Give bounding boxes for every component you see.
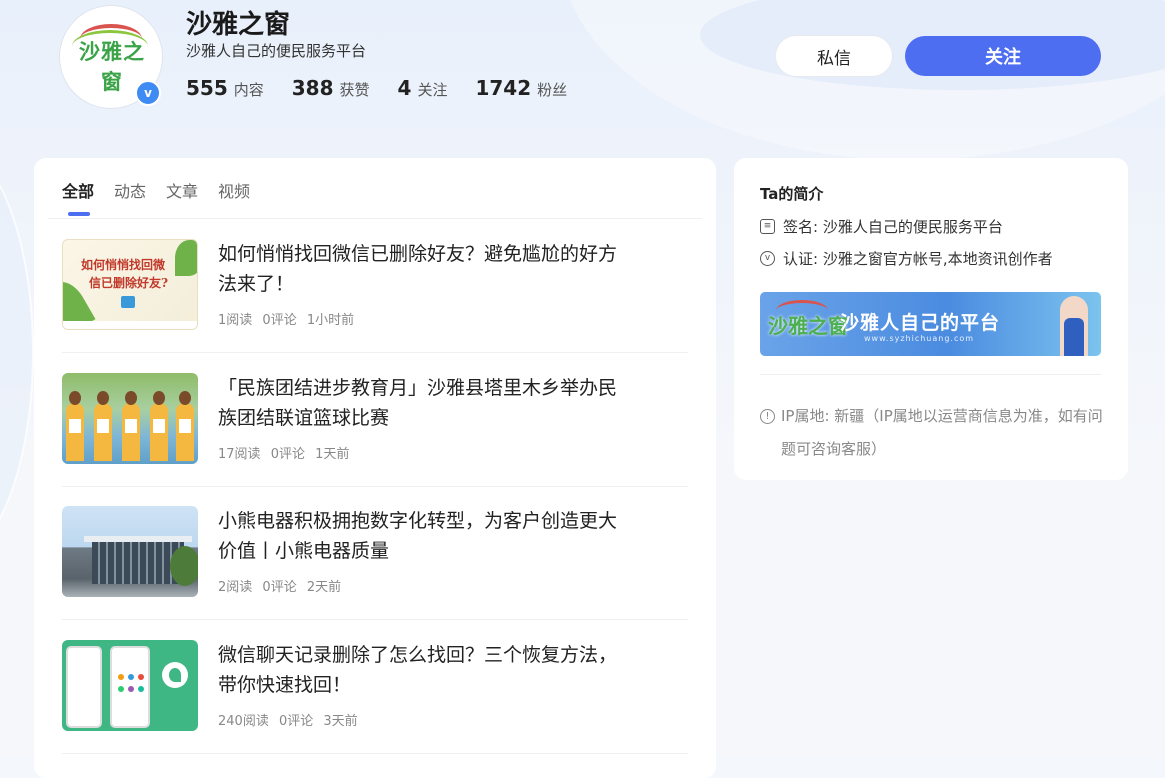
banner-figure — [1060, 296, 1088, 356]
thumbnail-text: 信已删除好友? — [89, 276, 169, 290]
stat-content[interactable]: 555 内容 — [186, 76, 264, 100]
article-title[interactable]: 小熊电器积极拥抱数字化转型，为客户创造更大价值丨小熊电器质量 — [218, 506, 628, 566]
banner-url: www.syzhichuang.com — [864, 334, 975, 343]
verified-badge-icon: v — [760, 251, 775, 266]
promo-banner[interactable]: 沙雅之窗 沙雅人自己的平台 www.syzhichuang.com — [760, 292, 1101, 356]
stat-label: 粉丝 — [537, 81, 568, 99]
article-reads: 2阅读 — [218, 580, 253, 595]
article-time: 2天前 — [306, 580, 342, 595]
verified-icon: v — [135, 80, 161, 106]
content-feed-card: 全部 动态 文章 视频 如何悄悄找回微 信已删除好友? 如何悄悄找回微信已删除好… — [34, 158, 716, 778]
article-divider — [62, 753, 688, 754]
article-title[interactable]: 如何悄悄找回微信已删除好友？避免尴尬的好方法来了！ — [218, 239, 628, 299]
article-time: 1天前 — [315, 447, 350, 462]
article-comments: 0评论 — [262, 313, 297, 328]
article-title[interactable]: 微信聊天记录删除了怎么找回？三个恢复方法，带你快速找回！ — [218, 640, 628, 700]
stat-value: 555 — [186, 76, 228, 100]
tab-all[interactable]: 全部 — [62, 178, 94, 216]
stat-value: 388 — [291, 76, 334, 100]
certification-text: 认证: 沙雅之窗官方帐号,本地资讯创作者 — [783, 250, 1053, 268]
article-time: 3天前 — [323, 714, 358, 729]
stat-following[interactable]: 4 关注 — [398, 76, 448, 100]
tab-updates[interactable]: 动态 — [114, 178, 146, 216]
article-meta: 1阅读 0评论 1小时前 — [218, 309, 360, 328]
article-title[interactable]: 「民族团结进步教育月」沙雅县塔里木乡举办民族团结联谊篮球比赛 — [218, 373, 628, 433]
ip-location-text: IP属地: 新疆（IP属地以运营商信息为准，如有问题可咨询客服） — [781, 407, 1103, 458]
document-icon: ≡ — [760, 219, 775, 234]
tab-videos[interactable]: 视频 — [218, 178, 250, 216]
article-thumbnail[interactable] — [62, 373, 198, 464]
stat-value: 1742 — [475, 76, 532, 100]
signature-text: 签名: 沙雅人自己的便民服务平台 — [783, 218, 1003, 236]
stat-value: 4 — [397, 76, 412, 100]
tab-articles[interactable]: 文章 — [166, 178, 198, 216]
article-item[interactable]: 「民族团结进步教育月」沙雅县塔里木乡举办民族团结联谊篮球比赛 17阅读 0评论 … — [62, 353, 688, 487]
stat-label: 关注 — [417, 81, 448, 99]
article-reads: 17阅读 — [218, 447, 261, 462]
certification-row: v 认证: 沙雅之窗官方帐号,本地资讯创作者 — [760, 248, 1053, 269]
profile-stats: 555 内容 388 获赞 4 关注 1742 粉丝 — [186, 76, 567, 100]
article-item[interactable]: 微信聊天记录删除了怎么找回？三个恢复方法，带你快速找回！ 240阅读 0评论 3… — [62, 620, 688, 754]
article-thumbnail[interactable] — [62, 506, 198, 597]
article-comments: 0评论 — [270, 447, 305, 462]
article-reads: 240阅读 — [218, 714, 269, 729]
signature-row: ≡ 签名: 沙雅人自己的便民服务平台 — [760, 216, 1003, 237]
article-thumbnail[interactable] — [62, 640, 198, 731]
article-item[interactable]: 如何悄悄找回微 信已删除好友? 如何悄悄找回微信已删除好友？避免尴尬的好方法来了… — [62, 219, 688, 353]
article-thumbnail[interactable]: 如何悄悄找回微 信已删除好友? — [62, 239, 198, 330]
article-comments: 0评论 — [262, 580, 297, 595]
stat-likes: 388 获赞 — [292, 76, 370, 100]
info-icon: ! — [760, 409, 775, 424]
ip-location-row: ! IP属地: 新疆（IP属地以运营商信息为准，如有问题可咨询客服） — [760, 400, 1106, 466]
article-item[interactable]: 小熊电器积极拥抱数字化转型，为客户创造更大价值丨小熊电器质量 2阅读 0评论 2… — [62, 486, 688, 620]
banner-logo: 沙雅之窗 — [768, 314, 848, 338]
intro-title: Ta的简介 — [760, 185, 824, 203]
stat-label: 获赞 — [339, 81, 370, 99]
article-comments: 0评论 — [278, 714, 314, 729]
banner-title: 沙雅人自己的平台 — [840, 312, 1001, 334]
profile-name: 沙雅之窗 — [186, 10, 291, 40]
profile-intro-card: Ta的简介 ≡ 签名: 沙雅人自己的便民服务平台 v 认证: 沙雅之窗官方帐号,… — [734, 158, 1128, 480]
article-meta: 2阅读 0评论 2天前 — [218, 576, 347, 595]
thumbnail-text: 如何悄悄找回微 — [81, 258, 166, 272]
intro-divider — [760, 374, 1101, 375]
follow-button[interactable]: 关注 — [905, 36, 1101, 76]
article-meta: 17阅读 0评论 1天前 — [218, 443, 355, 462]
article-time: 1小时前 — [306, 313, 355, 328]
profile-description: 沙雅人自己的便民服务平台 — [186, 42, 367, 60]
stat-followers[interactable]: 1742 粉丝 — [475, 76, 567, 100]
message-button[interactable]: 私信 — [776, 36, 892, 76]
article-meta: 240阅读 0评论 3天前 — [218, 710, 364, 729]
stat-label: 内容 — [233, 81, 264, 99]
article-reads: 1阅读 — [218, 313, 253, 328]
content-tabs: 全部 动态 文章 视频 — [62, 178, 250, 216]
